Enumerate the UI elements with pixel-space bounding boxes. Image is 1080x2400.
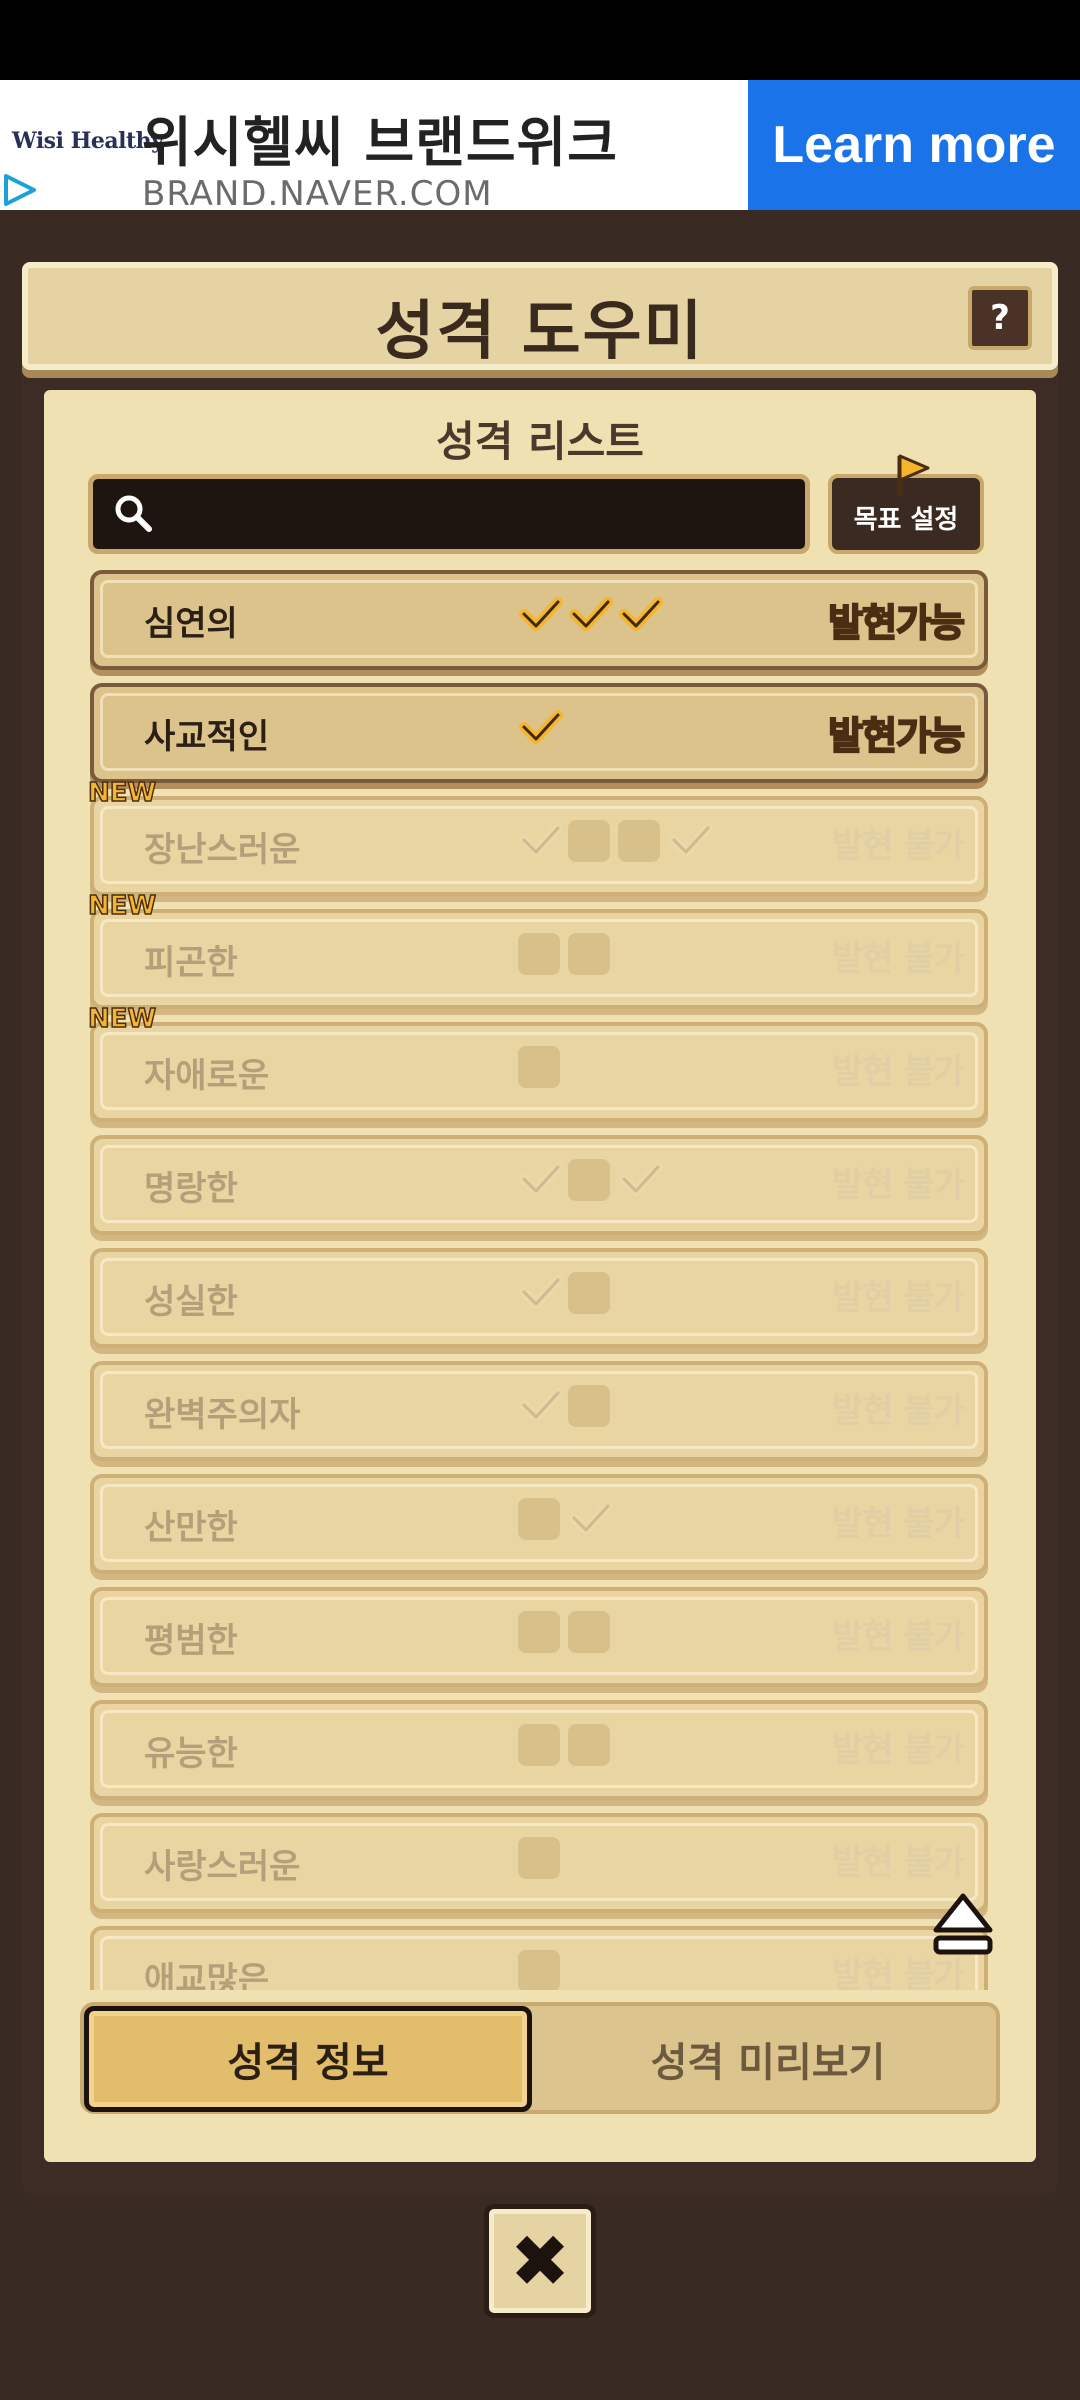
trait-status: 발현 불가 (832, 826, 965, 866)
list-item[interactable]: 명랑한 발현 불가 (90, 1135, 988, 1235)
trait-name: 장난스러운 (144, 830, 301, 870)
ad-url[interactable]: BRAND.NAVER.COM (142, 174, 493, 210)
learn-more-button[interactable]: Learn more (748, 80, 1080, 210)
list-item[interactable]: 장난스러운 발현 불가 NEW (87, 777, 988, 896)
empty-slot-icon (568, 1272, 610, 1314)
panel-title: 성격 도우미 (375, 295, 705, 369)
checkmark-icon (618, 1159, 663, 1201)
new-badge: NEW (87, 890, 157, 922)
trait-progress (518, 933, 610, 977)
empty-slot-icon (568, 820, 610, 862)
tab-trait-info[interactable]: 성격 정보 (84, 2006, 532, 2112)
trait-status: 발현 불가 (832, 1391, 965, 1431)
trait-status: 발현 불가 (832, 1843, 965, 1883)
checkmark-icon (518, 594, 563, 636)
checkmark-icon (518, 707, 563, 749)
empty-slot-icon (518, 933, 560, 975)
trait-progress (518, 594, 663, 638)
empty-slot-icon (518, 1837, 560, 1879)
empty-slot-icon (568, 1385, 610, 1427)
trait-status: 발현 불가 (832, 1278, 965, 1318)
new-badge: NEW (87, 1003, 157, 1035)
list-item[interactable]: 심연의 발현가능 (90, 570, 988, 670)
checkmark-icon (668, 820, 713, 862)
trait-progress (518, 1611, 610, 1655)
trait-progress (518, 1837, 560, 1881)
list-item[interactable]: 자애로운 발현 불가 NEW (87, 1003, 988, 1122)
trait-progress (518, 820, 713, 864)
help-button[interactable]: ? (968, 286, 1032, 350)
trait-progress (518, 1950, 560, 1990)
trait-status: 발현 불가 (832, 1165, 965, 1205)
trait-progress (518, 707, 563, 751)
list-item[interactable]: 평범한 발현 불가 (90, 1587, 988, 1687)
search-icon (115, 495, 152, 532)
search-input[interactable] (88, 474, 810, 554)
close-button[interactable]: ✖ (484, 2204, 596, 2318)
list-item[interactable]: 산만한 발현 불가 (90, 1474, 988, 1574)
empty-slot-icon (518, 1950, 560, 1990)
empty-slot-icon (568, 1611, 610, 1653)
trait-status: 발현 불가 (832, 1730, 965, 1770)
checkmark-icon (518, 1385, 563, 1427)
checkmark-icon (568, 594, 613, 636)
trait-list[interactable]: 심연의 발현가능 사교적인 발현가능 장난스러운 발현 불가 NEW 피곤한 발… (60, 570, 1020, 1990)
list-item[interactable]: 유능한 발현 불가 (90, 1700, 988, 1800)
list-item[interactable]: 애교많은 발현 불가 (90, 1926, 988, 1990)
trait-name: 애교많은 (144, 1960, 270, 1990)
trait-name: 심연의 (144, 604, 238, 644)
trait-progress (518, 1272, 610, 1316)
empty-slot-icon (568, 933, 610, 975)
empty-slot-icon (568, 1724, 610, 1766)
empty-slot-icon (618, 820, 660, 862)
trait-name: 피곤한 (144, 943, 238, 983)
flag-icon (897, 454, 930, 496)
empty-slot-icon (518, 1611, 560, 1653)
trait-name: 평범한 (144, 1621, 238, 1661)
trait-name: 완벽주의자 (144, 1395, 301, 1435)
trait-status: 발현 불가 (832, 1052, 965, 1092)
panel-header: 성격 도우미 ? (22, 262, 1058, 370)
list-item[interactable]: 사교적인 발현가능 (90, 683, 988, 783)
trait-name: 유능한 (144, 1734, 238, 1774)
list-item[interactable]: 성실한 발현 불가 (90, 1248, 988, 1348)
checkmark-icon (518, 820, 563, 862)
ad-banner[interactable]: Wisi Healthy 위시헬씨 브랜드위크 BRAND.NAVER.COM … (0, 80, 1080, 210)
trait-name: 사랑스러운 (144, 1847, 301, 1887)
trait-name: 산만한 (144, 1508, 238, 1548)
list-item[interactable]: 완벽주의자 발현 불가 (90, 1361, 988, 1461)
empty-slot-icon (518, 1724, 560, 1766)
empty-slot-icon (518, 1498, 560, 1540)
trait-progress (518, 1159, 663, 1203)
status-bar (0, 0, 1080, 80)
scroll-top-icon[interactable] (928, 1890, 998, 1960)
ad-logo: Wisi Healthy (12, 128, 164, 154)
checkmark-icon (518, 1272, 563, 1314)
trait-status: 발현가능 (827, 600, 966, 646)
trait-progress (518, 1498, 613, 1542)
ad-title[interactable]: 위시헬씨 브랜드위크 (142, 98, 618, 177)
empty-slot-icon (568, 1159, 610, 1201)
trait-status: 발현 불가 (832, 1617, 965, 1657)
trait-name: 자애로운 (144, 1056, 270, 1096)
trait-status: 발현가능 (827, 713, 966, 759)
checkmark-icon (618, 594, 663, 636)
checkmark-icon (518, 1159, 563, 1201)
trait-status: 발현 불가 (832, 939, 965, 979)
adchoices-icon[interactable] (0, 170, 40, 210)
trait-name: 사교적인 (144, 717, 270, 757)
list-item[interactable]: 사랑스러운 발현 불가 (90, 1813, 988, 1913)
list-item[interactable]: 피곤한 발현 불가 NEW (87, 890, 988, 1009)
trait-name: 성실한 (144, 1282, 238, 1322)
trait-progress (518, 1046, 560, 1090)
checkmark-icon (568, 1498, 613, 1540)
trait-progress (518, 1385, 610, 1429)
empty-slot-icon (518, 1046, 560, 1088)
tab-trait-preview[interactable]: 성격 미리보기 (540, 2006, 996, 2112)
new-badge: NEW (87, 777, 157, 809)
trait-progress (518, 1724, 610, 1768)
trait-status: 발현 불가 (832, 1504, 965, 1544)
trait-name: 명랑한 (144, 1169, 238, 1209)
